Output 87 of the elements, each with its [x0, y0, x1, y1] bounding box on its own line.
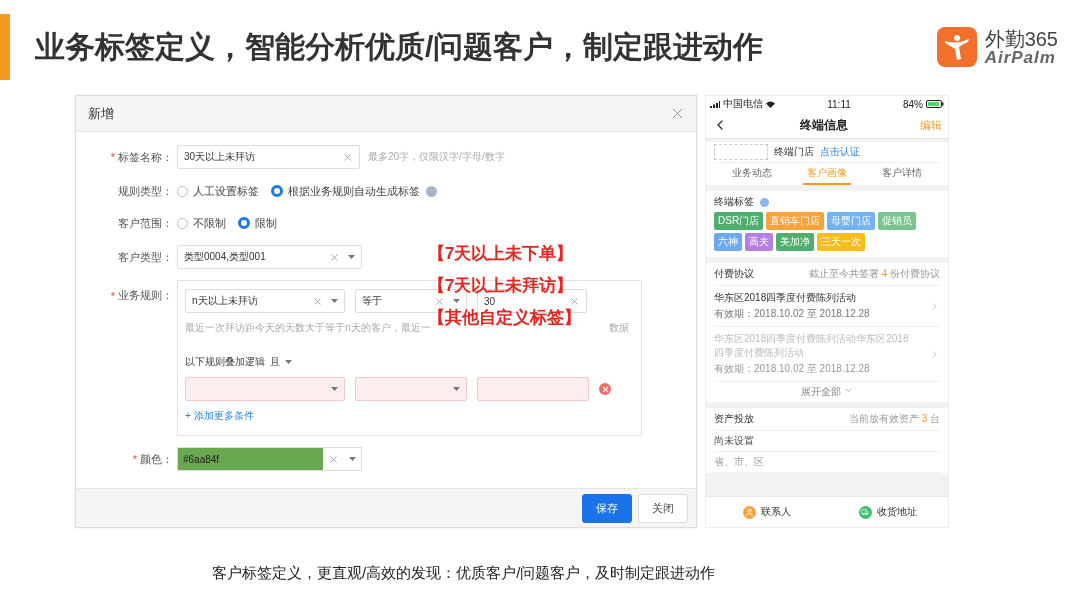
caret-icon — [331, 387, 338, 391]
signal-icon — [710, 100, 720, 108]
slide-title: 业务标签定义，智能分析优质/问题客户，制定跟进动作 — [35, 28, 765, 65]
chevron-icon — [843, 386, 853, 395]
rule-hint: 数据 — [609, 321, 629, 335]
help-icon[interactable] — [426, 185, 437, 197]
logo-brand: AirPalm — [984, 48, 1057, 66]
section-title: 终端标签 — [714, 195, 754, 209]
section-title: 资产投放 — [714, 412, 754, 426]
radio-option[interactable]: 人工设置标签 — [177, 183, 259, 199]
select-field[interactable] — [185, 377, 345, 401]
text-field[interactable]: 30天以上未拜访 — [177, 145, 360, 169]
caret-icon — [285, 360, 292, 364]
battery-icon — [926, 100, 944, 108]
select-field[interactable] — [355, 377, 467, 401]
save-button[interactable]: 保存 — [582, 493, 632, 523]
wifi-icon — [766, 100, 775, 108]
clear-icon[interactable] — [342, 151, 353, 163]
radio-option[interactable]: 不限制 — [177, 215, 226, 231]
help-icon[interactable] — [760, 197, 769, 207]
tab[interactable]: 业务动态 — [727, 163, 776, 185]
clear-icon[interactable] — [312, 295, 323, 307]
clear-icon[interactable] — [328, 453, 339, 465]
radio-option[interactable]: 根据业务规则自动生成标签 — [271, 183, 420, 199]
store-photo-placeholder — [714, 144, 768, 160]
field-label: 标签名称： — [118, 149, 173, 165]
agreement-item[interactable]: 华东区2018四季度付费陈列活动 有效期：2018.10.02 至 2018.12.28 — [714, 286, 940, 327]
logic-label: 以下规则叠加逻辑 — [185, 355, 265, 369]
remove-icon[interactable] — [599, 383, 611, 395]
tab[interactable]: 客户详情 — [878, 163, 927, 185]
tag: DSR门店 — [714, 212, 764, 230]
person-icon — [742, 505, 756, 519]
select-field[interactable]: 类型0004,类型001 — [177, 245, 362, 269]
clear-icon[interactable] — [329, 251, 340, 263]
section-title: 付费协议 — [714, 267, 754, 281]
caret-icon — [331, 299, 338, 303]
tag: 六神 — [714, 233, 742, 251]
logo-name: 外勤365 — [984, 28, 1058, 49]
logo-icon — [936, 27, 977, 67]
radio-dot[interactable] — [238, 217, 250, 229]
clear-icon[interactable] — [434, 295, 445, 307]
tag: 三天一次 — [817, 233, 865, 251]
truck-icon — [858, 505, 872, 519]
screen-title: 终端信息 — [800, 116, 848, 134]
tag: 美加净 — [776, 233, 814, 251]
required-mark: * — [132, 453, 137, 465]
required-mark: * — [110, 151, 115, 163]
select-field[interactable]: n天以上未拜访 — [185, 289, 345, 313]
tag: 促销员 — [878, 212, 917, 230]
tag: 高夫 — [745, 233, 773, 251]
field-label: 客户范围： — [118, 215, 173, 231]
dialog-title: 新增 — [88, 104, 114, 123]
slide-caption: 客户标签定义，更直观/高效的发现：优质客户/问题客户，及时制定跟进动作 — [212, 564, 717, 583]
field-label: 业务规则： — [118, 288, 173, 303]
expand-all-link[interactable]: 展开全部 — [714, 382, 940, 402]
text-field[interactable] — [477, 377, 589, 401]
accent-bar — [0, 14, 10, 80]
close-button[interactable]: 关闭 — [638, 493, 688, 523]
caret-icon — [349, 457, 356, 461]
tag: 母婴门店 — [827, 212, 876, 230]
tag: 直销车门店 — [766, 212, 825, 230]
caret-icon — [453, 299, 460, 303]
verify-link[interactable]: 点击认证 — [820, 145, 860, 159]
radio-option[interactable]: 限制 — [238, 215, 277, 231]
radio-dot[interactable] — [177, 217, 188, 229]
asset-row: 尚未设置 — [714, 431, 940, 452]
field-label: 客户类型： — [118, 249, 173, 265]
radio-dot[interactable] — [271, 185, 283, 197]
field-label: 颜色： — [140, 451, 173, 467]
asset-summary: 当前放有效资产 3 台 — [848, 412, 940, 426]
logic-select[interactable]: 且 — [270, 355, 280, 369]
caret-icon — [348, 255, 355, 259]
agreement-summary: 截止至今共签署 4 份付费协议 — [808, 267, 940, 281]
store-name: 终端门店 — [774, 145, 814, 159]
field-label: 规则类型： — [118, 183, 173, 199]
asset-row: 省、市、区 — [714, 452, 940, 473]
radio-dot[interactable] — [177, 185, 188, 197]
battery-percent: 84% — [903, 98, 923, 110]
color-field[interactable]: #6aa84f — [177, 447, 362, 471]
required-mark: * — [110, 289, 115, 302]
add-condition-link[interactable]: + 添加更多条件 — [185, 409, 634, 423]
field-hint: 最多20字，仅限汉字/字母/数字 — [368, 150, 505, 164]
annotation-text: 【7天以上未下单】 — [428, 243, 575, 265]
clear-icon[interactable] — [569, 295, 580, 307]
carrier-name: 中国电信 — [723, 97, 763, 111]
caret-icon — [453, 387, 460, 391]
clock: 11:11 — [827, 98, 851, 110]
